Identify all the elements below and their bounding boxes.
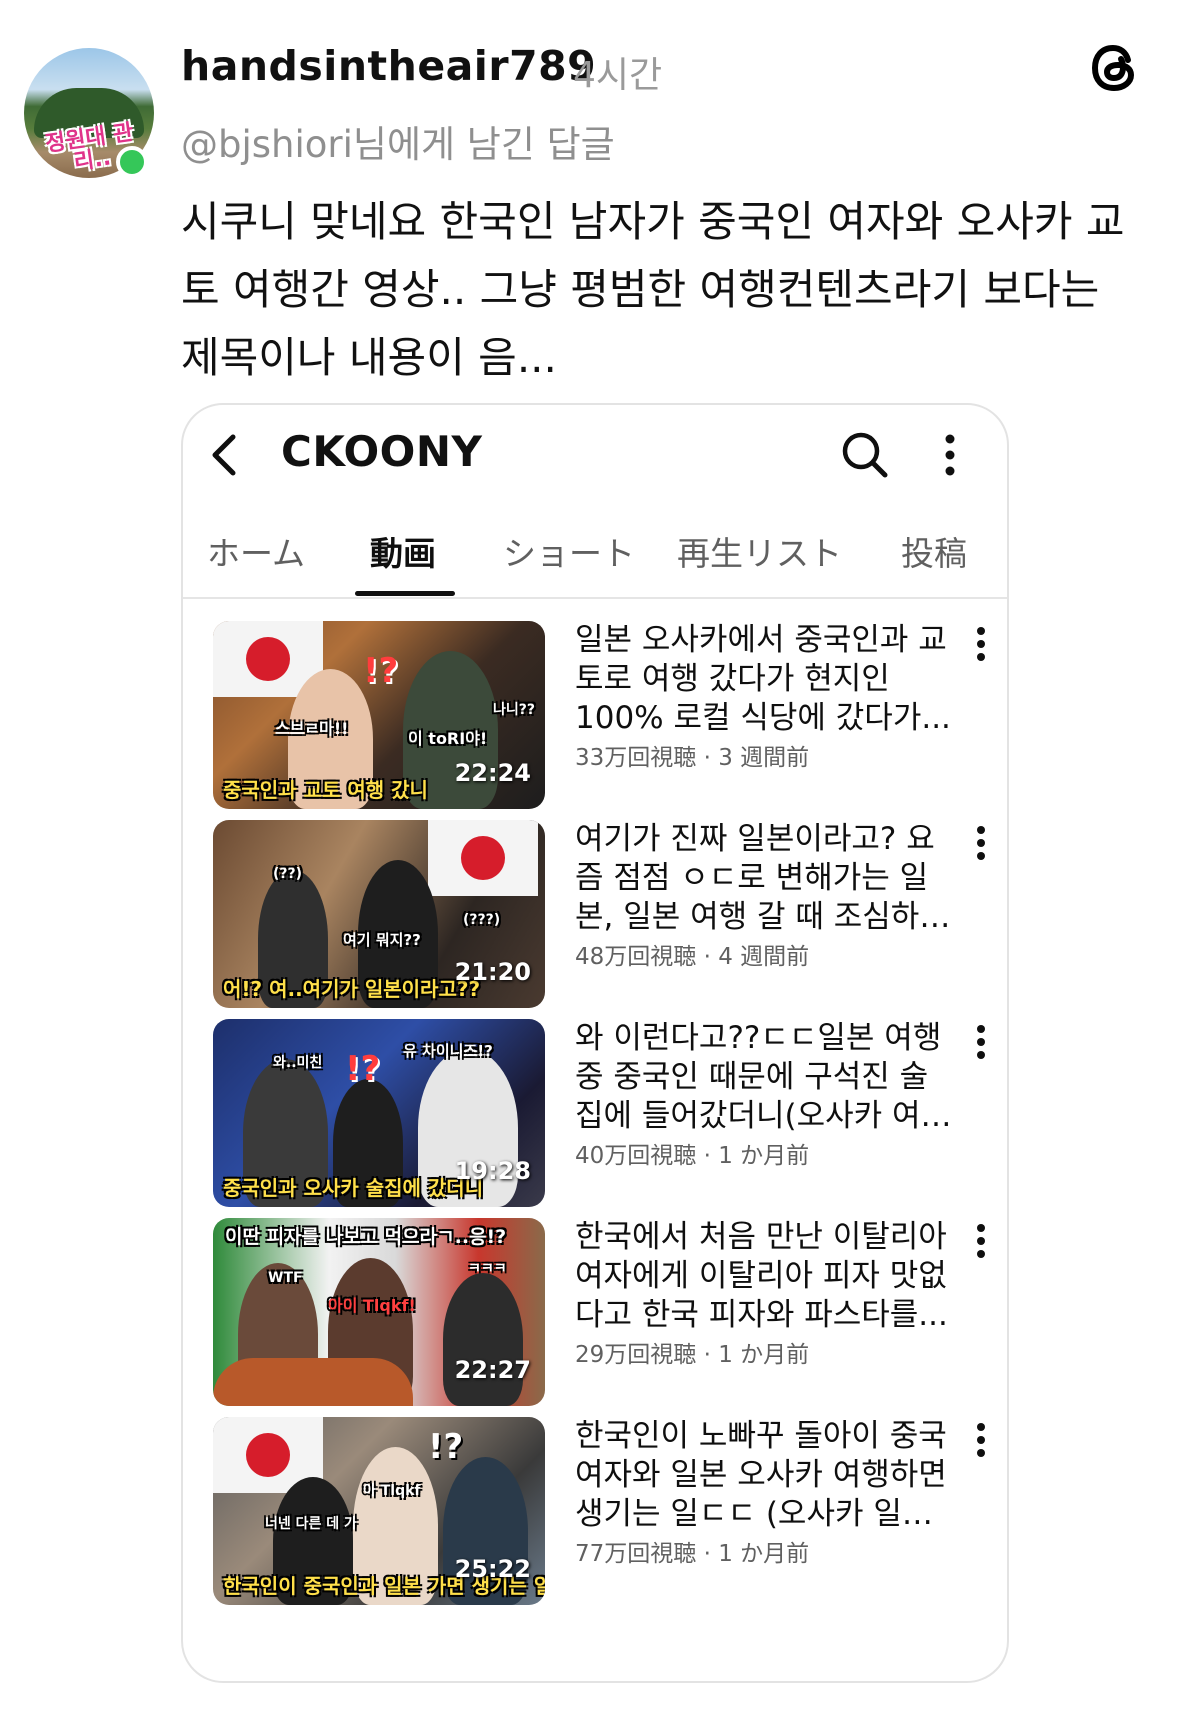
video-duration: 19:28 — [454, 1157, 531, 1185]
reply-to-label[interactable]: @bjshiori님에게 남긴 답글 — [181, 114, 615, 168]
video-more-icon[interactable] — [973, 1025, 989, 1065]
video-list-item[interactable]: !? 너넨 다른 데 가 아 Tlqkf 한국인이 중국인과 일본 가면 생기는… — [213, 1417, 993, 1607]
thumbnail-label: !? — [428, 1427, 464, 1467]
video-meta: 29万回視聴 · 1 か月前 — [575, 1342, 810, 1368]
tab-shorts[interactable]: ショート — [503, 527, 635, 575]
thumbnail-label: 아 Tlqkf — [363, 1483, 421, 1499]
thumbnail-label: 너넨 다른 데 가 — [265, 1516, 357, 1532]
thumbnail-caption: 어!? 여..여기가 일본이라고?? — [223, 977, 481, 1001]
youtube-screenshot-card[interactable]: CKOONY ホーム 動画 ショート 再生リスト 投稿 !? 스브ㄹ마!! 이 … — [181, 403, 1009, 1683]
video-list-item[interactable]: 이딴 피자를 나보고 먹으라ㄱ..응!? WTF 아이 Tlqkf! ㅋㅋㅋ 2… — [213, 1218, 993, 1408]
tab-videos[interactable]: 動画 — [370, 527, 436, 575]
channel-tabs: ホーム 動画 ショート 再生リスト 投稿 — [183, 517, 1007, 599]
back-arrow-icon[interactable] — [201, 427, 251, 483]
video-title[interactable]: 와 이런다고??ㄷㄷ일본 여행 중 중국인 때문에 구석진 술집에 들어갔더니(… — [575, 1019, 955, 1136]
video-duration: 25:22 — [454, 1555, 531, 1583]
thumbnail-label: 나니?? — [493, 702, 536, 718]
video-list-item[interactable]: !? 스브ㄹ마!! 이 toRI야! 나니?? 중국인과 교토 여행 갔니 22… — [213, 621, 993, 811]
thumbnail-label: 스브ㄹ마!! — [275, 719, 349, 738]
post-time: 4시간 — [573, 55, 663, 96]
thumbnail-label: 이 toRI야! — [408, 729, 488, 748]
video-thumbnail[interactable]: !? 너넨 다른 데 가 아 Tlqkf 한국인이 중국인과 일본 가면 생기는… — [213, 1417, 545, 1605]
video-more-icon[interactable] — [973, 826, 989, 866]
thumbnail-label: 유 차이니즈!? — [403, 1042, 493, 1060]
video-thumbnail[interactable]: (??) 여기 뭐지?? (???) 어!? 여..여기가 일본이라고?? 21… — [213, 820, 545, 1008]
thumbnail-label: WTF — [268, 1270, 303, 1286]
pizza-image — [213, 1358, 413, 1406]
thumbnail-label: 아이 Tlqkf! — [328, 1296, 416, 1315]
more-vertical-icon[interactable] — [935, 427, 965, 483]
video-duration: 22:24 — [454, 759, 531, 787]
thumbnail-label: !? — [363, 651, 399, 691]
video-meta: 40万回視聴 · 1 か月前 — [575, 1143, 810, 1169]
video-duration: 21:20 — [454, 958, 531, 986]
tab-posts[interactable]: 投稿 — [901, 527, 967, 575]
video-thumbnail[interactable]: 이딴 피자를 나보고 먹으라ㄱ..응!? WTF 아이 Tlqkf! ㅋㅋㅋ 2… — [213, 1218, 545, 1406]
thumbnail-person — [443, 1273, 523, 1406]
post-text: 시쿠니 맞네요 한국인 남자가 중국인 여자와 오사카 교토 여행간 영상.. … — [181, 197, 1125, 382]
video-meta: 77万回視聴 · 1 か月前 — [575, 1541, 810, 1567]
tab-home[interactable]: ホーム — [207, 527, 305, 575]
video-list-item[interactable]: (??) 여기 뭐지?? (???) 어!? 여..여기가 일본이라고?? 21… — [213, 820, 993, 1010]
video-more-icon[interactable] — [973, 1423, 989, 1463]
japan-flag-image — [428, 820, 538, 896]
tab-playlists[interactable]: 再生リスト — [677, 527, 842, 575]
youtube-header: CKOONY — [183, 405, 1007, 505]
video-more-icon[interactable] — [973, 1224, 989, 1264]
video-meta: 48万回視聴 · 4 週間前 — [575, 944, 810, 970]
thumbnail-caption: 중국인과 오사카 술집에 갔더니 — [223, 1176, 484, 1200]
channel-name: CKOONY — [281, 427, 483, 476]
video-title[interactable]: 한국에서 처음 만난 이탈리아 여자에게 이탈리아 피자 맛없다고 한국 피자와… — [575, 1218, 955, 1335]
video-title[interactable]: 여기가 진짜 일본이라고? 요즘 점점 ㅇㄷ로 변해가는 일본, 일본 여행 갈… — [575, 820, 955, 937]
video-thumbnail[interactable]: 유 차이니즈!? 와..미친 !? 중국인과 오사카 술집에 갔더니 19:28 — [213, 1019, 545, 1207]
thumbnail-label: !? — [345, 1049, 381, 1089]
thumbnail-label: (???) — [463, 912, 501, 928]
online-status-indicator — [116, 146, 148, 178]
video-title[interactable]: 일본 오사카에서 중국인과 교토로 여행 갔다가 현지인 100% 로컬 식당에… — [575, 621, 955, 738]
video-thumbnail[interactable]: !? 스브ㄹ마!! 이 toRI야! 나니?? 중국인과 교토 여행 갔니 22… — [213, 621, 545, 809]
username[interactable]: handsintheair789 — [181, 42, 596, 90]
video-meta: 33万回視聴 · 3 週間前 — [575, 745, 810, 771]
video-duration: 22:27 — [454, 1356, 531, 1384]
thumbnail-label: ㅋㅋㅋ — [468, 1261, 507, 1277]
thumbnail-label: (??) — [273, 866, 303, 882]
video-more-icon[interactable] — [973, 627, 989, 667]
thumbnail-label: 여기 뭐지?? — [343, 931, 421, 949]
thumbnail-title-caption: 이딴 피자를 나보고 먹으라ㄱ..응!? — [225, 1226, 507, 1248]
thumbnail-label: 와..미친 — [273, 1055, 323, 1071]
search-icon[interactable] — [837, 427, 893, 483]
video-list-item[interactable]: 유 차이니즈!? 와..미친 !? 중국인과 오사카 술집에 갔더니 19:28… — [213, 1019, 993, 1209]
threads-logo-icon — [1091, 44, 1135, 92]
active-tab-indicator — [355, 591, 455, 596]
thumbnail-caption: 중국인과 교토 여행 갔니 — [223, 778, 428, 802]
video-title[interactable]: 한국인이 노빠꾸 돌아이 중국여자와 일본 오사카 여행하면 생기는 일ㄷㄷ (… — [575, 1417, 955, 1534]
